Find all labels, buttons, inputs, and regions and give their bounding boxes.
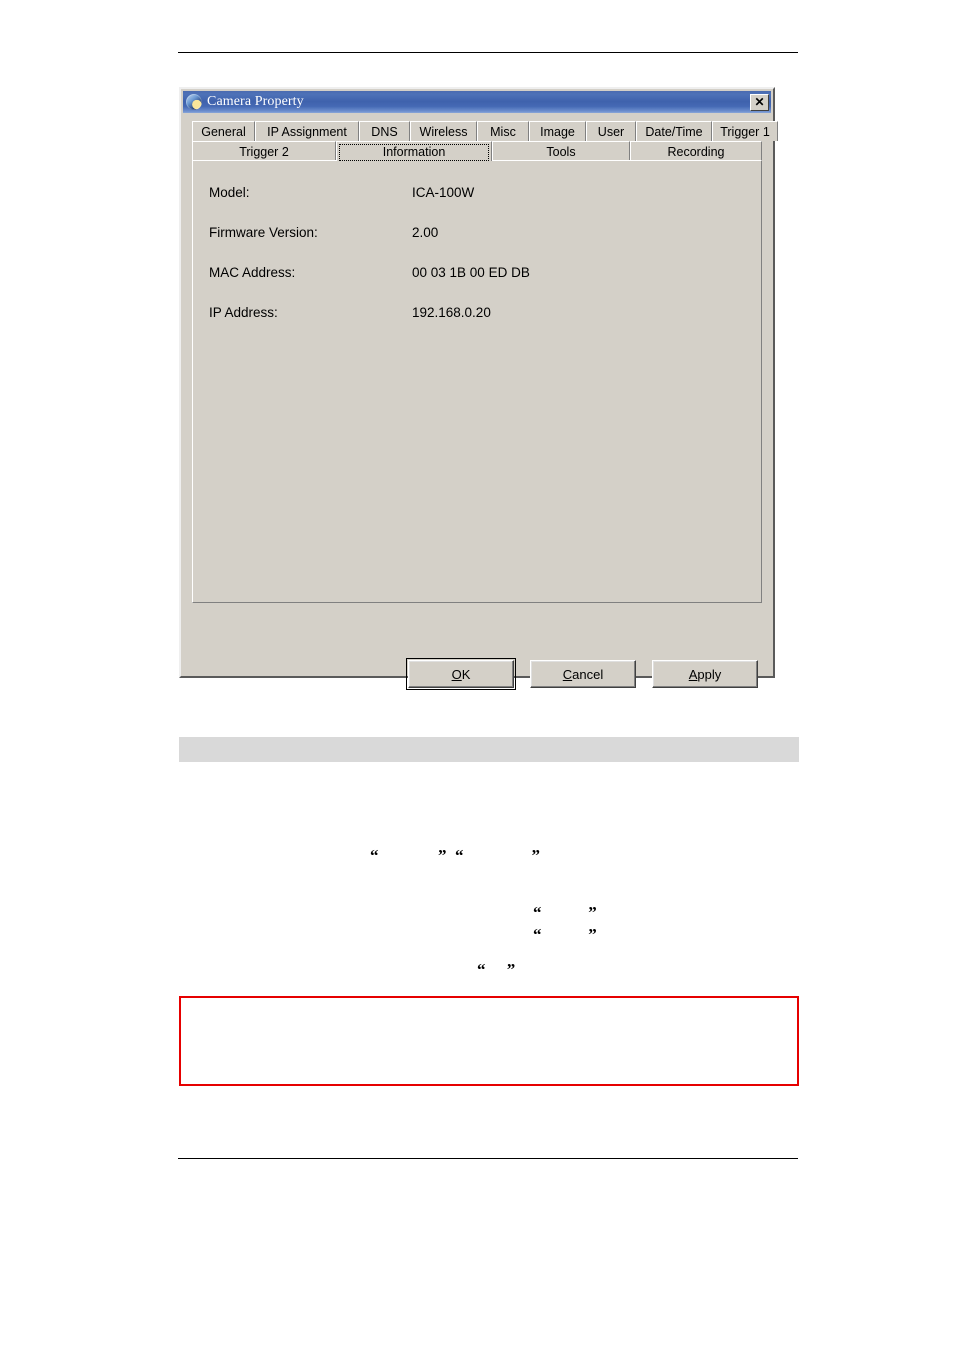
quoted-text-line: “ ” [533,925,597,944]
dialog-button-bar: OK Cancel Apply [192,658,762,690]
tab-dns[interactable]: DNS [359,121,410,141]
tab-trigger-1[interactable]: Trigger 1 [712,121,778,141]
info-value-ip-address: 192.168.0.20 [412,305,491,320]
tab-label: Recording [667,144,725,159]
tab-row-primary: General IP Assignment DNS Wireless Misc … [192,121,778,141]
tab-ip-assignment[interactable]: IP Assignment [255,121,359,141]
accel-char: C [562,666,573,682]
info-row-firmware-version: Firmware Version: 2.00 [209,225,679,265]
accel-char: A [688,666,698,682]
info-row-model: Model: ICA-100W [209,185,679,225]
accel-char: O [451,666,462,682]
information-tab-panel: Model: ICA-100W Firmware Version: 2.00 M… [192,160,762,603]
info-value-model: ICA-100W [412,185,475,200]
close-icon[interactable]: ✕ [750,93,769,111]
tab-label: Misc [490,124,516,139]
info-value-mac-address: 00 03 1B 00 ED DB [412,265,530,280]
info-row-ip-address: IP Address: 192.168.0.20 [209,305,679,345]
tab-tools[interactable]: Tools [492,141,630,161]
tab-general[interactable]: General [192,121,255,141]
tab-label: User [597,124,625,139]
apply-button[interactable]: Apply [652,660,758,688]
info-label: Model: [209,185,250,200]
page-header-rule [178,52,798,53]
info-label: MAC Address: [209,265,296,280]
tab-label: Tools [546,144,576,159]
tab-image[interactable]: Image [529,121,586,141]
tabstrip: General IP Assignment DNS Wireless Misc … [192,121,778,161]
tab-label: Information [382,144,446,159]
tab-row-secondary: Trigger 2 Information Tools Recording [192,141,762,161]
camera-property-dialog: Camera Property ✕ General IP Assignment … [179,87,778,690]
dialog-titlebar[interactable]: Camera Property ✕ [183,91,771,113]
tab-label: Wireless [419,124,468,139]
quoted-text-line: “ ” [533,903,597,922]
page-footer-rule [178,1158,798,1159]
tab-label: Image [540,124,575,139]
tab-trigger-2[interactable]: Trigger 2 [192,141,336,161]
tab-label: Trigger 1 [720,124,770,139]
camera-globe-icon [186,94,202,110]
tab-user[interactable]: User [586,121,636,141]
info-value-firmware-version: 2.00 [412,225,439,240]
ok-button-label: OK [451,666,471,682]
tab-information[interactable]: Information [336,141,492,161]
tab-label: DNS [371,124,398,139]
section-banner [179,737,799,762]
info-label: Firmware Version: [209,225,318,240]
tab-misc[interactable]: Misc [477,121,529,141]
info-row-mac-address: MAC Address: 00 03 1B 00 ED DB [209,265,679,305]
tab-date-time[interactable]: Date/Time [636,121,712,141]
cancel-button-label: Cancel [562,666,604,682]
info-label: IP Address: [209,305,278,320]
tab-wireless[interactable]: Wireless [410,121,477,141]
tab-label: IP Assignment [267,124,347,139]
quoted-text-line: “ ” “ ” [370,846,540,865]
dialog-title: Camera Property [207,94,304,109]
cancel-button[interactable]: Cancel [530,660,636,688]
ok-button[interactable]: OK [406,658,516,690]
tab-label: Date/Time [645,124,703,139]
tab-label: Trigger 2 [239,144,289,159]
apply-button-label: Apply [688,666,722,682]
tab-recording[interactable]: Recording [630,141,762,161]
dialog-body: General IP Assignment DNS Wireless Misc … [183,113,778,690]
callout-box [179,996,799,1086]
tab-label: General [201,124,246,139]
quoted-text-line: “ ” [477,960,516,979]
information-table: Model: ICA-100W Firmware Version: 2.00 M… [209,185,679,345]
